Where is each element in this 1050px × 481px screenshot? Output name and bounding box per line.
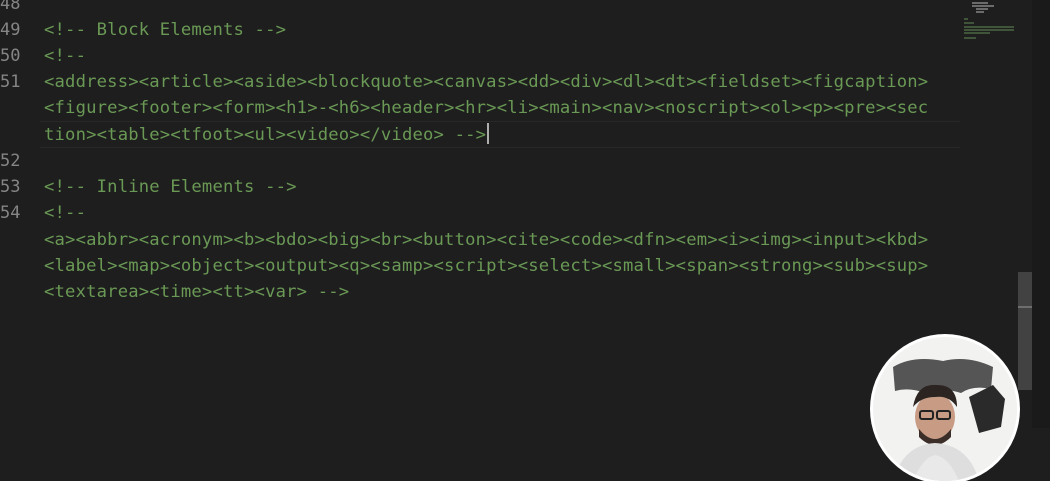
line-number: 52 xyxy=(0,151,21,171)
code-line[interactable]: <address><article><aside><blockquote><ca… xyxy=(44,69,928,95)
code-line[interactable]: <!-- Block Elements --> xyxy=(44,17,286,43)
scroll-position-marker xyxy=(1018,306,1032,308)
code-line[interactable]: <label><map><object><output><q><samp><sc… xyxy=(44,253,928,279)
code-line[interactable]: <!-- xyxy=(44,200,86,226)
line-number: 49 xyxy=(0,20,21,40)
window-edge xyxy=(1032,0,1050,428)
minimap[interactable] xyxy=(962,0,1018,48)
code-line[interactable]: <textarea><time><tt><var> --> xyxy=(44,279,349,305)
line-number: 54 xyxy=(0,203,21,223)
code-line[interactable]: <figure><footer><form><h1>-<h6><header><… xyxy=(44,95,928,121)
line-number-gutter: 48 49 50 51 52 53 54 xyxy=(0,0,40,428)
code-text: tion><table><tfoot><ul><video></video> -… xyxy=(44,125,487,145)
code-line[interactable]: <a><abbr><acronym><b><bdo><big><br><butt… xyxy=(44,227,928,253)
code-line[interactable]: <!-- Inline Elements --> xyxy=(44,174,297,200)
code-line-active[interactable]: tion><table><tfoot><ul><video></video> -… xyxy=(44,122,490,148)
text-cursor xyxy=(487,123,490,144)
line-number: 50 xyxy=(0,46,21,66)
line-number: 48 xyxy=(0,0,21,14)
presenter-avatar-icon xyxy=(873,337,1017,481)
scrollbar-thumb[interactable] xyxy=(1018,272,1032,390)
line-number: 51 xyxy=(0,72,21,92)
code-line[interactable]: <!-- xyxy=(44,43,86,69)
line-number: 53 xyxy=(0,177,21,197)
webcam-overlay xyxy=(873,337,1017,481)
